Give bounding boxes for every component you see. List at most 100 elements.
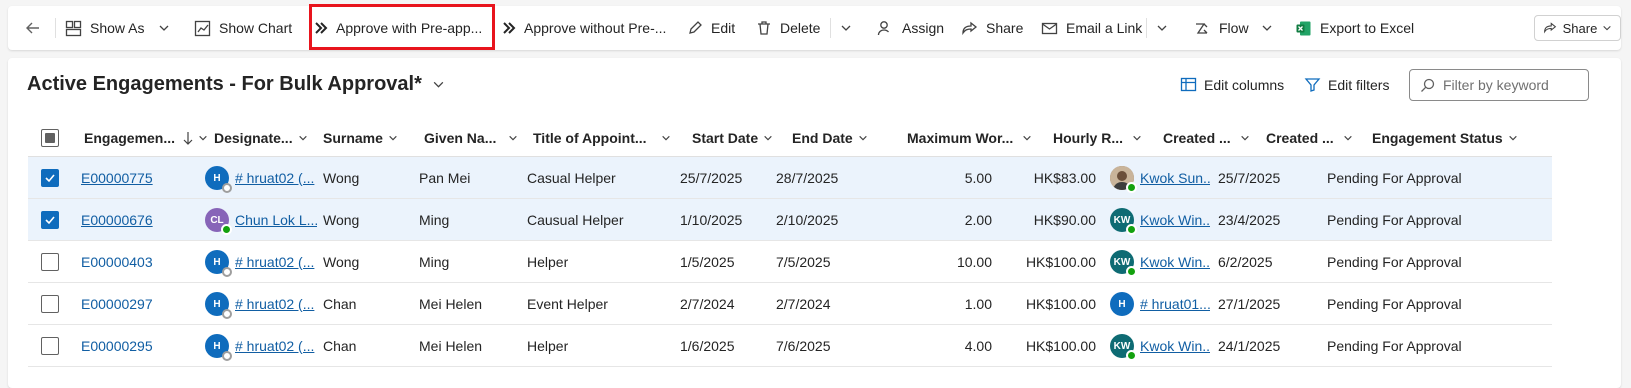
- end-date-cell: 2/7/2024: [776, 296, 831, 312]
- table-row[interactable]: E00000295 H # hruat02 (... Chan Mei Hele…: [28, 325, 1552, 367]
- table-row[interactable]: E00000297 H # hruat02 (... Chan Mei Hele…: [28, 283, 1552, 325]
- designate-avatar: H: [205, 334, 232, 361]
- share-icon: [962, 21, 978, 35]
- creator-avatar: KW: [1110, 334, 1137, 361]
- start-date-cell: 1/5/2025: [680, 254, 735, 270]
- filter-placeholder: Filter by keyword: [1443, 77, 1549, 93]
- chevron-down-icon: [764, 135, 772, 141]
- designate-link[interactable]: # hruat02 (...: [235, 170, 314, 186]
- engagement-id-link[interactable]: E00000775: [81, 157, 201, 199]
- trash-icon: [758, 21, 770, 35]
- created-by-cell: Kwok Sun...: [1110, 157, 1210, 199]
- end-date-cell: 7/5/2025: [776, 254, 831, 270]
- back-button[interactable]: [24, 6, 42, 50]
- more-commands-button[interactable]: [840, 6, 852, 50]
- export-to-excel-label: Export to Excel: [1320, 20, 1415, 36]
- row-checkbox[interactable]: [41, 199, 59, 241]
- designate-link[interactable]: # hruat02 (...: [235, 338, 314, 354]
- share-command-button[interactable]: Share: [961, 6, 1023, 50]
- creator-avatar: KW: [1110, 208, 1137, 235]
- engagement-id-link[interactable]: E00000297: [81, 283, 201, 325]
- column-header-surname[interactable]: Surname: [323, 119, 398, 157]
- column-header-created-by[interactable]: Created ...: [1163, 119, 1250, 157]
- double-chevron-icon: [503, 22, 516, 34]
- export-to-excel-button[interactable]: Export to Excel: [1295, 6, 1414, 50]
- column-header-created-on[interactable]: Created ...: [1266, 119, 1353, 157]
- engagement-id-link[interactable]: E00000403: [81, 241, 201, 283]
- engagement-id-link[interactable]: E00000295: [81, 325, 201, 367]
- column-header-title-of-appointment[interactable]: Title of Appoint...: [533, 119, 671, 157]
- column-header-engagement[interactable]: Engagemen...: [84, 119, 208, 157]
- column-header-engagement-status[interactable]: Engagement Status: [1372, 119, 1518, 157]
- created-by-link[interactable]: Kwok Sun...: [1140, 170, 1210, 186]
- designate-cell: H # hruat02 (...: [205, 157, 317, 199]
- column-header-given-name[interactable]: Given Na...: [424, 119, 518, 157]
- row-checkbox[interactable]: [41, 283, 59, 325]
- designate-avatar: H: [205, 250, 232, 277]
- created-on-cell: 24/1/2025: [1218, 338, 1281, 354]
- show-chart-button[interactable]: Show Chart: [194, 6, 292, 50]
- given-name-cell: Mei Helen: [419, 296, 483, 312]
- column-header-maximum-working-hours[interactable]: Maximum Wor...: [907, 119, 1032, 157]
- designate-avatar: H: [205, 292, 232, 319]
- show-chart-label: Show Chart: [219, 20, 293, 36]
- highlight-box: [309, 4, 495, 50]
- designate-link[interactable]: # hruat02 (...: [235, 296, 314, 312]
- maximum-working-hours-cell: 2.00: [964, 212, 992, 228]
- chevron-down-icon: [389, 135, 397, 141]
- created-by-link[interactable]: # hruat01...: [1140, 296, 1210, 312]
- maximum-working-hours-cell: 1.00: [964, 296, 992, 312]
- engagement-status-cell: Pending For Approval: [1327, 296, 1462, 312]
- filter-by-keyword-input[interactable]: Filter by keyword: [1409, 69, 1589, 101]
- presence-status-icon: [222, 183, 232, 193]
- column-header-start-date[interactable]: Start Date: [692, 119, 773, 157]
- table-row[interactable]: E00000676 CL Chun Lok L... Wong Ming Cau…: [28, 199, 1552, 241]
- assign-button[interactable]: Assign: [877, 6, 944, 50]
- edit-button[interactable]: Edit: [687, 6, 735, 50]
- maximum-working-hours-cell: 10.00: [956, 254, 992, 270]
- edit-columns-button[interactable]: Edit columns: [1180, 76, 1284, 93]
- excel-icon: [1296, 21, 1311, 35]
- created-by-link[interactable]: Kwok Win...: [1140, 212, 1210, 228]
- surname-cell: Wong: [323, 170, 360, 186]
- more-share-options-button[interactable]: [1156, 6, 1168, 50]
- created-on-cell: 25/7/2025: [1218, 170, 1281, 186]
- given-name-cell: Ming: [419, 254, 450, 270]
- chevron-down-icon: [661, 135, 670, 141]
- flow-button[interactable]: Flow: [1194, 6, 1273, 50]
- column-header-hourly-rate[interactable]: Hourly R...: [1053, 119, 1142, 157]
- engagement-id-link[interactable]: E00000676: [81, 199, 201, 241]
- designate-link[interactable]: Chun Lok L...: [235, 212, 317, 228]
- select-all-checkbox[interactable]: [41, 119, 59, 157]
- hourly-rate-cell: HK$90.00: [1033, 212, 1096, 228]
- checkmark-icon: [45, 216, 55, 225]
- show-as-button[interactable]: Show As: [65, 6, 170, 50]
- edit-filters-button[interactable]: Edit filters: [1304, 76, 1389, 93]
- table-row[interactable]: E00000403 H # hruat02 (... Wong Ming Hel…: [28, 241, 1552, 283]
- given-name-cell: Pan Mei: [419, 170, 471, 186]
- hourly-rate-cell: HK$100.00: [1025, 338, 1096, 354]
- divider: [1146, 18, 1147, 38]
- chevron-down-icon: [858, 135, 867, 141]
- designate-cell: H # hruat02 (...: [205, 283, 317, 325]
- designate-link[interactable]: # hruat02 (...: [235, 254, 314, 270]
- created-by-link[interactable]: Kwok Win...: [1140, 338, 1210, 354]
- surname-cell: Chan: [323, 296, 357, 312]
- share-button[interactable]: Share: [1534, 15, 1621, 41]
- chevron-down-icon: [298, 135, 307, 141]
- row-checkbox[interactable]: [41, 241, 59, 283]
- row-checkbox[interactable]: [41, 157, 59, 199]
- column-header-end-date[interactable]: End Date: [792, 119, 868, 157]
- column-header-designate[interactable]: Designate...: [214, 119, 308, 157]
- row-checkbox[interactable]: [41, 325, 59, 367]
- title-of-appointment-cell: Causual Helper: [527, 212, 624, 228]
- view-selector[interactable]: Active Engagements - For Bulk Approval*: [27, 73, 445, 96]
- created-by-link[interactable]: Kwok Win...: [1140, 254, 1210, 270]
- approve-without-pre-approval-button[interactable]: Approve without Pre-...: [502, 6, 666, 50]
- designate-cell: H # hruat02 (...: [205, 241, 317, 283]
- delete-button[interactable]: Delete: [756, 6, 820, 50]
- start-date-cell: 2/7/2024: [680, 296, 735, 312]
- email-a-link-button[interactable]: Email a Link: [1041, 6, 1142, 50]
- title-of-appointment-cell: Helper: [527, 254, 569, 270]
- table-row[interactable]: E00000775 H # hruat02 (... Wong Pan Mei …: [28, 157, 1552, 199]
